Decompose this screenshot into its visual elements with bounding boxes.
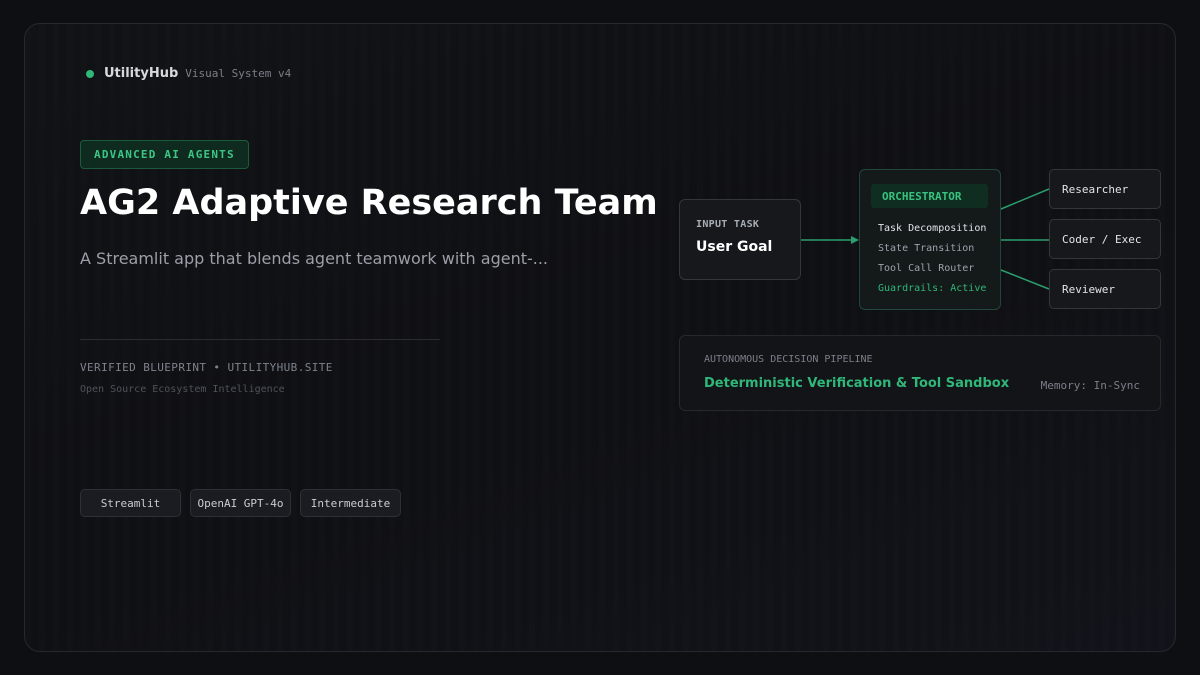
agent-node-researcher: Researcher bbox=[1049, 169, 1161, 209]
orchestrator-node: ORCHESTRATOR Task Decomposition State Tr… bbox=[859, 169, 1001, 310]
brand-header: UtilityHub Visual System v4 bbox=[86, 66, 291, 81]
input-task-label: INPUT TASK bbox=[696, 219, 760, 230]
description: A Streamlit app that blends agent teamwo… bbox=[80, 249, 549, 268]
ecosystem-label: Open Source Ecosystem Intelligence bbox=[80, 384, 285, 395]
verified-blueprint-label: VERIFIED BLUEPRINT • UTILITYHUB.SITE bbox=[80, 361, 333, 374]
tag-streamlit: Streamlit bbox=[80, 489, 181, 517]
input-task-value: User Goal bbox=[696, 239, 773, 255]
memory-status: Memory: In-Sync bbox=[1040, 379, 1140, 392]
pipeline-title: Deterministic Verification & Tool Sandbo… bbox=[704, 376, 1010, 391]
pipeline-panel: AUTONOMOUS DECISION PIPELINE Determinist… bbox=[679, 335, 1161, 411]
pipeline-label: AUTONOMOUS DECISION PIPELINE bbox=[704, 354, 873, 365]
tag-openai-gpt-4o: OpenAI GPT-4o bbox=[190, 489, 291, 517]
agent-node-coder-exec: Coder / Exec bbox=[1049, 219, 1161, 259]
input-task-node: INPUT TASK User Goal bbox=[679, 199, 801, 280]
orchestrator-item: State Transition bbox=[878, 243, 975, 254]
tag-list: Streamlit OpenAI GPT-4o Intermediate bbox=[80, 489, 401, 517]
divider bbox=[80, 339, 440, 340]
page-title: AG2 Adaptive Research Team bbox=[80, 183, 658, 223]
brand-name: UtilityHub bbox=[104, 66, 179, 81]
category-badge: ADVANCED AI AGENTS bbox=[80, 140, 249, 169]
orchestrator-item: Tool Call Router bbox=[878, 263, 975, 274]
status-dot-icon bbox=[86, 69, 94, 78]
agent-node-reviewer: Reviewer bbox=[1049, 269, 1161, 309]
brand-subtitle: Visual System v4 bbox=[185, 67, 292, 80]
orchestrator-title: ORCHESTRATOR bbox=[871, 184, 988, 208]
tag-intermediate: Intermediate bbox=[300, 489, 401, 517]
orchestrator-item-guardrails: Guardrails: Active bbox=[878, 283, 987, 294]
orchestrator-item: Task Decomposition bbox=[878, 223, 987, 234]
